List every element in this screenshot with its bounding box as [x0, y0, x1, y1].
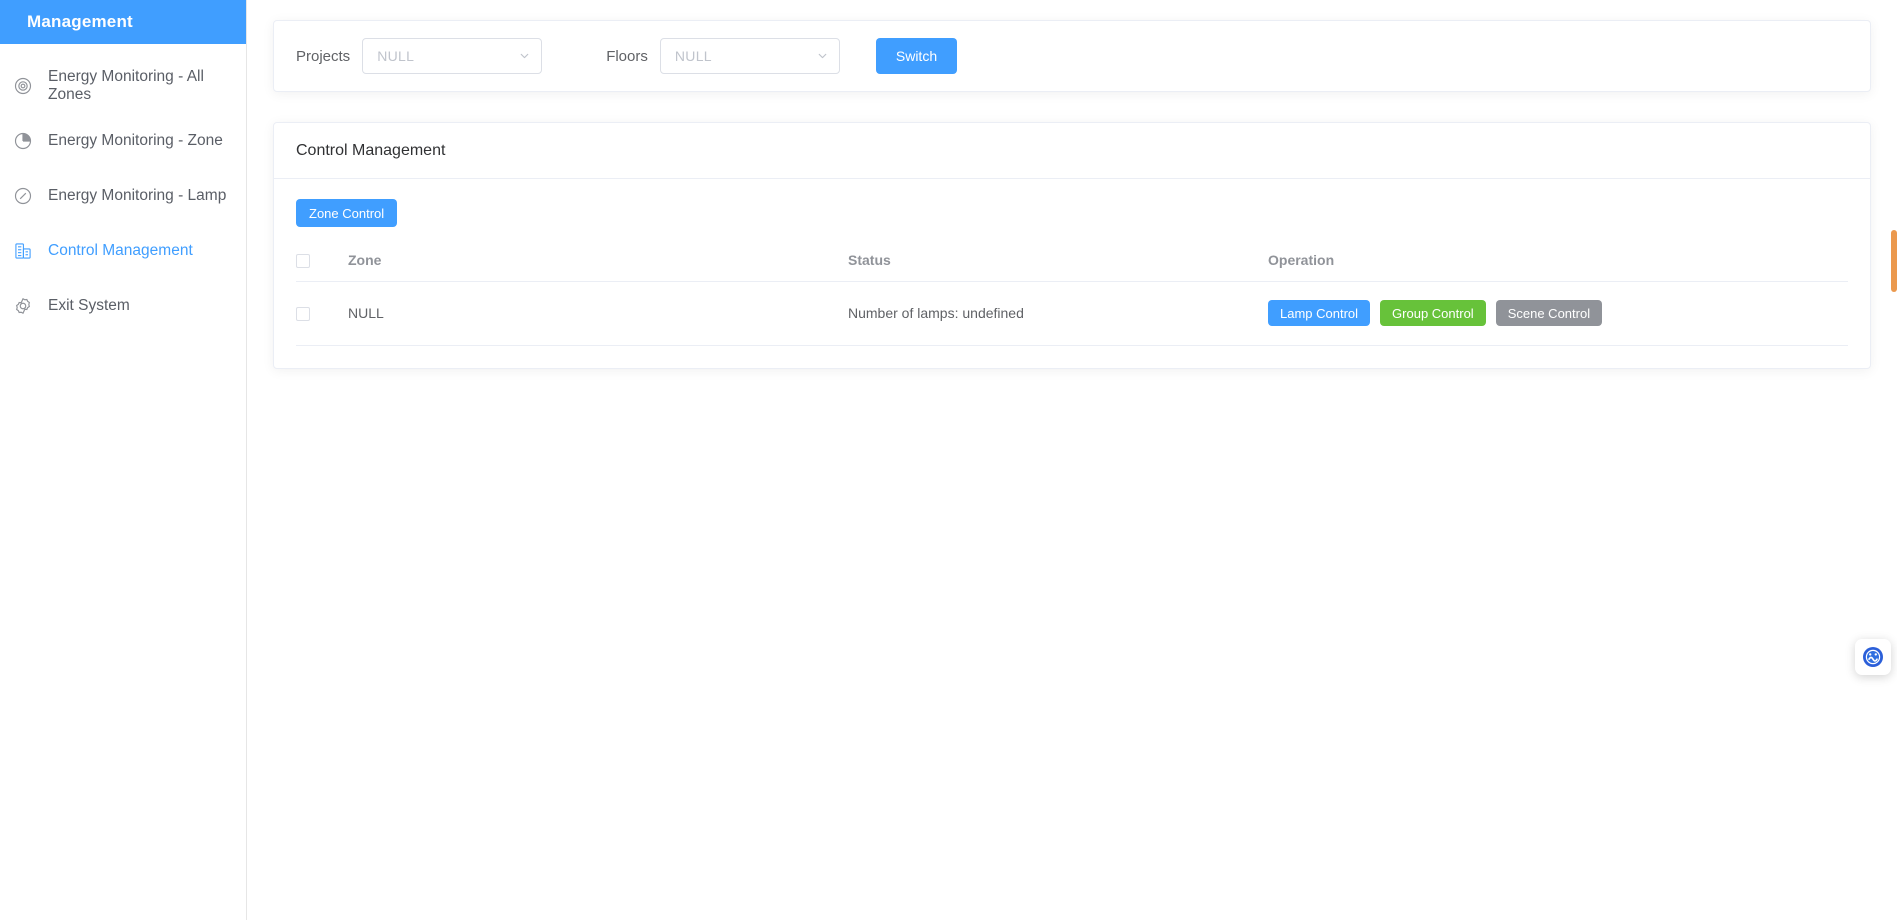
page-scrollbar-thumb[interactable]: [1891, 230, 1897, 292]
sidebar-item-label: Energy Monitoring - Lamp: [48, 186, 227, 204]
projects-label: Projects: [296, 47, 351, 65]
floors-field-group: Floors NULL: [606, 38, 840, 74]
zone-table: Zone Status Operation NULL Number of lam…: [296, 241, 1848, 347]
cell-zone: NULL: [348, 281, 848, 347]
sidebar-title: Management: [0, 0, 246, 44]
control-management-panel: Control Management Zone Control Zone Sta: [273, 122, 1871, 370]
select-all-header: [296, 241, 348, 283]
column-header-operation: Operation: [1268, 241, 1848, 283]
projects-select[interactable]: NULL: [362, 38, 543, 74]
chevron-down-icon: [518, 50, 531, 63]
gear-icon: [10, 293, 36, 319]
assistant-badge-button[interactable]: [1855, 639, 1891, 675]
building-icon: [10, 238, 36, 264]
chevron-down-icon: [816, 50, 829, 63]
cell-operation: Lamp Control Group Control Scene Control: [1268, 281, 1848, 347]
sidebar-item-control-management[interactable]: Control Management: [0, 223, 246, 278]
floors-select[interactable]: NULL: [659, 38, 840, 74]
filter-bar: Projects NULL Floors NULL Switch: [273, 20, 1871, 92]
table-row: NULL Number of lamps: undefined Lamp Con…: [296, 281, 1848, 347]
table-header-row: Zone Status Operation: [296, 241, 1848, 283]
cell-status: Number of lamps: undefined: [848, 281, 1268, 347]
floors-label: Floors: [606, 47, 648, 65]
sidebar-menu: Energy Monitoring - All Zones Energy Mon…: [0, 44, 246, 333]
operation-buttons: Lamp Control Group Control Scene Control: [1268, 300, 1848, 327]
table-header: Zone Status Operation: [296, 241, 1848, 283]
panel-body: Zone Control Zone Status Operation NULL …: [274, 179, 1870, 368]
row-select-cell: [296, 281, 348, 347]
sidebar-item-energy-monitoring-lamp[interactable]: Energy Monitoring - Lamp: [0, 168, 246, 223]
compass-icon: [10, 183, 36, 209]
zone-control-button[interactable]: Zone Control: [296, 199, 398, 227]
sidebar-item-label: Control Management: [48, 241, 193, 259]
sidebar-item-label: Energy Monitoring - Zone: [48, 131, 223, 149]
sidebar-item-exit-system[interactable]: Exit System: [0, 278, 246, 333]
target-circle-icon: [10, 73, 36, 99]
switch-button[interactable]: Switch: [875, 38, 958, 74]
table-body: NULL Number of lamps: undefined Lamp Con…: [296, 281, 1848, 347]
column-header-zone: Zone: [348, 241, 848, 283]
main-content: Projects NULL Floors NULL Switch Control…: [247, 0, 1897, 920]
sidebar-item-energy-monitoring-all-zones[interactable]: Energy Monitoring - All Zones: [0, 58, 246, 113]
group-control-button[interactable]: Group Control: [1380, 300, 1486, 327]
column-header-status: Status: [848, 241, 1268, 283]
select-all-checkbox[interactable]: [296, 254, 310, 269]
projects-select-value: NULL: [377, 48, 415, 64]
pie-chart-icon: [10, 128, 36, 154]
assistant-badge-icon: [1861, 645, 1885, 669]
sidebar-item-energy-monitoring-zone[interactable]: Energy Monitoring - Zone: [0, 113, 246, 168]
floors-select-value: NULL: [674, 48, 712, 64]
sidebar: Management Energy Monitoring - All Zones: [0, 0, 247, 920]
sidebar-item-label: Exit System: [48, 296, 130, 314]
sidebar-item-label: Energy Monitoring - All Zones: [48, 67, 204, 103]
row-checkbox[interactable]: [296, 307, 310, 322]
lamp-control-button[interactable]: Lamp Control: [1268, 300, 1371, 327]
scene-control-button[interactable]: Scene Control: [1495, 300, 1603, 327]
projects-field-group: Projects NULL: [296, 38, 543, 74]
app-root: Management Energy Monitoring - All Zones: [0, 0, 1897, 920]
panel-title: Control Management: [274, 123, 1870, 179]
